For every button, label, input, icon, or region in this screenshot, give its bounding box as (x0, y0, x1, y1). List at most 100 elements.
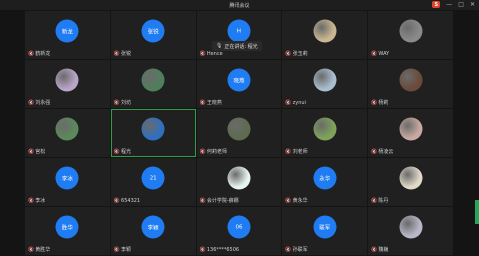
participant-name-label: 杨凌云 (378, 149, 394, 155)
muted-mic-icon: 🔇 (199, 148, 206, 155)
participant-name: 🔇 张玉莉 (285, 50, 307, 58)
muted-mic-icon: 🔇 (285, 100, 292, 106)
participant-avatar: 联军 (313, 215, 337, 239)
participant-name-label: 杨莉 (378, 100, 389, 106)
participant-avatar: 新龙 (55, 19, 79, 43)
participant-tile[interactable]: 张锐 🔇 张锐 (110, 11, 196, 59)
participant-name: 🔇 程光 (113, 148, 132, 156)
participant-avatar: H (227, 19, 251, 43)
window-controls: S — □ ✕ (432, 1, 475, 8)
muted-mic-icon: 🔇 (199, 197, 206, 204)
participant-name: 🔇 会计学院-薛娜 (199, 197, 239, 205)
participant-tile[interactable]: 🔇 张玉莉 (282, 11, 368, 59)
participant-name: 🔇 陈丹 (371, 197, 388, 205)
participant-tile[interactable]: 晓燕 🔇 王晓燕 (196, 60, 282, 108)
participant-name: 🔇 李颖 (113, 246, 131, 254)
muted-mic-icon: 🔇 (199, 99, 206, 106)
muted-mic-icon: 🔇 (28, 197, 35, 204)
muted-mic-icon: 🔇 (113, 148, 121, 155)
participant-avatar-photo (141, 117, 165, 141)
participant-tile[interactable]: H 🔇 Hence (196, 11, 282, 59)
participant-name: 🔇 654321 (114, 198, 140, 204)
participant-name-label: 宫松 (35, 149, 46, 155)
participant-tile[interactable]: 🔇 杨凌云 (368, 109, 453, 157)
window-title: 腾讯会议 (229, 2, 250, 9)
participant-avatar-photo (227, 166, 251, 190)
participant-name: 🔇 WAY (371, 51, 389, 57)
participant-tile[interactable]: 🔇 何莉老师 (196, 109, 282, 157)
participant-name-label: 李冰 (35, 198, 46, 204)
participant-tile[interactable]: 新龙 🔇 鹤新龙 (25, 11, 110, 59)
muted-mic-icon: 🔇 (28, 50, 35, 57)
participant-avatar: 胜华 (55, 215, 79, 239)
participant-name: 🔇 杨凌云 (371, 148, 394, 156)
participant-tile[interactable]: 🔇 刘坊 (110, 60, 196, 108)
participant-avatar-photo (227, 117, 251, 141)
muted-mic-icon: 🔇 (199, 247, 206, 253)
participant-name-label: zynui (292, 100, 306, 106)
speaking-indicator: 🎙 正在讲话: 程光 (212, 41, 262, 51)
participant-name: 🔇 刘老师 (285, 148, 308, 156)
muted-mic-icon: 🔇 (285, 148, 292, 155)
participant-name-label: 刘老师 (292, 149, 308, 155)
participant-tile[interactable]: 李颖 🔇 李颖 (110, 207, 196, 255)
participant-name-label: 654321 (121, 198, 141, 204)
participant-name: 🔇 zynui (285, 100, 306, 106)
participant-avatar-photo (313, 19, 337, 43)
participant-avatar: 张锐 (141, 19, 165, 43)
participant-tile[interactable]: 🔇 程光 (110, 109, 196, 157)
participant-tile[interactable]: 🔇 陈丹 (368, 158, 453, 206)
participant-name-label: 会计学院-薛娜 (206, 198, 239, 204)
muted-mic-icon: 🔇 (28, 148, 35, 155)
participant-tile[interactable]: 🔇 WAY (368, 11, 453, 59)
participant-name-label: Hence (206, 51, 223, 57)
muted-mic-icon: 🔇 (113, 50, 121, 57)
participant-name-label: 黄胜华 (35, 247, 51, 253)
participant-avatar-photo (141, 68, 165, 92)
participant-avatar: 06 (227, 215, 251, 239)
participant-name-label: 刘永强 (35, 100, 51, 106)
participant-tile[interactable]: 胜华 🔇 黄胜华 (25, 207, 110, 255)
participant-avatar: 21 (141, 166, 165, 190)
participant-avatar: 李冰 (55, 166, 79, 190)
participant-tile[interactable]: 🔇 刘老师 (282, 109, 368, 157)
participant-name-label: 鹤新龙 (35, 51, 51, 57)
close-icon[interactable]: ✕ (470, 1, 475, 8)
participant-tile[interactable]: 🔇 刘永强 (25, 60, 110, 108)
participant-avatar-photo (399, 68, 423, 92)
participant-name-label: 张锐 (121, 51, 132, 57)
participant-name: 🔇 黄永华 (285, 197, 308, 205)
muted-mic-icon: 🔇 (28, 246, 35, 253)
mic-icon: 🎙 (216, 43, 223, 49)
participant-tile[interactable]: 永华 🔇 黄永华 (282, 158, 368, 206)
participant-tile[interactable]: 🔇 zynui (282, 60, 368, 108)
participant-tile[interactable]: 21 🔇 654321 (110, 158, 196, 206)
participant-name-label: 孙联军 (292, 247, 308, 253)
participant-name-label: 刘坊 (121, 100, 132, 106)
participant-name-label: 136****6506 (206, 247, 240, 253)
participant-name-label: 程光 (121, 149, 132, 155)
participant-tile[interactable]: 李冰 🔇 李冰 (25, 158, 110, 206)
sogou-ime-icon[interactable]: S (432, 1, 441, 8)
participant-avatar-photo (399, 215, 423, 239)
participant-name: 🔇 张锐 (113, 50, 132, 58)
participant-avatar-photo (399, 166, 423, 190)
speaking-text: 正在讲话: 程光 (224, 43, 258, 50)
side-panel-handle[interactable] (475, 200, 479, 224)
participant-tile[interactable]: 🔇 杨莉 (368, 60, 453, 108)
maximize-icon[interactable]: □ (458, 1, 464, 8)
participant-tile[interactable]: 联军 🔇 孙联军 (282, 207, 368, 255)
participant-tile[interactable]: 🔇 魏巍 (368, 207, 453, 255)
participant-name: 🔇 李冰 (28, 197, 46, 205)
muted-mic-icon: 🔇 (113, 246, 121, 253)
participant-tile[interactable]: 06 🔇 136****6506 (196, 207, 282, 255)
muted-mic-icon: 🔇 (113, 198, 121, 204)
minimize-icon[interactable]: — (446, 1, 452, 8)
participant-tile[interactable]: 🔇 会计学院-薛娜 (196, 158, 282, 206)
muted-mic-icon: 🔇 (285, 50, 292, 57)
muted-mic-icon: 🔇 (371, 99, 378, 106)
participant-name: 🔇 孙联军 (285, 246, 308, 254)
participant-tile[interactable]: 🔇 宫松 (25, 109, 110, 157)
participant-name: 🔇 136****6506 (200, 247, 240, 253)
participant-name-label: 黄永华 (292, 198, 308, 204)
